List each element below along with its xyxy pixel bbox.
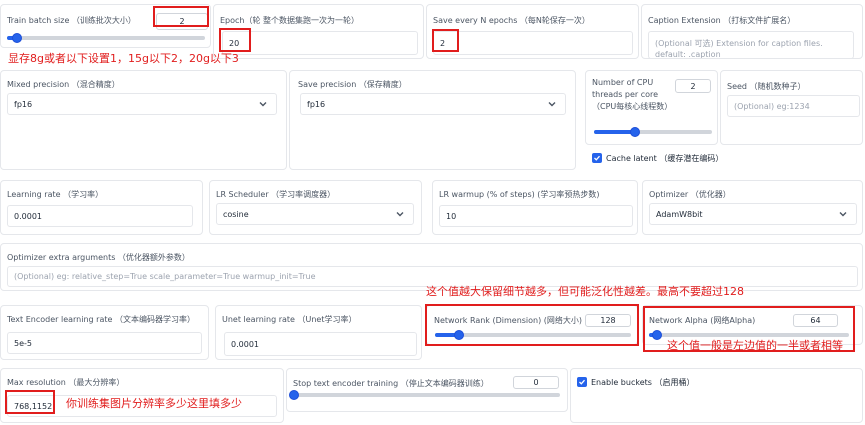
chevron-down-icon xyxy=(548,102,556,107)
chevron-down-icon xyxy=(396,212,404,217)
lr-warmup-panel: LR warmup (% of steps) (学习率预热步数) 10 xyxy=(432,180,638,235)
te-lr-input[interactable]: 5e-5 xyxy=(7,332,202,354)
lr-warmup-label: LR warmup (% of steps) (学习率预热步数) xyxy=(439,190,600,199)
stop-te-input[interactable]: 0 xyxy=(513,376,559,389)
rank-annotation: 这个值越大保留细节越多，但可能泛化性越差。最高不要超过128 xyxy=(426,285,744,298)
cpu-threads-slider[interactable] xyxy=(594,127,712,137)
check-icon xyxy=(594,155,600,161)
mixed-precision-select[interactable]: fp16 xyxy=(7,93,277,115)
caption-ext-panel: Caption Extension （打标文件扩展名） (Optional 可选… xyxy=(641,4,863,59)
caption-ext-label: Caption Extension （打标文件扩展名） xyxy=(648,16,796,25)
network-rank-label: Network Rank (Dimension) (网络大小) xyxy=(434,316,583,325)
cpu-threads-panel: Number of CPU threads per core （CPU每核心线程… xyxy=(585,70,718,145)
cpu-threads-label: Number of CPU threads per core （CPU每核心线程… xyxy=(592,78,673,111)
unet-lr-panel: Unet learning rate （Unet学习率） 0.0001 xyxy=(215,305,422,360)
mixed-precision-panel: Mixed precision （混合精度） fp16 xyxy=(0,70,287,170)
mixed-precision-label: Mixed precision （混合精度） xyxy=(7,80,120,89)
chevron-down-icon xyxy=(839,212,847,217)
save-precision-label: Save precision （保存精度） xyxy=(298,80,407,89)
save-precision-value: fp16 xyxy=(307,99,326,109)
seed-panel: Seed （随机数种子） (Optional) eg:1234 xyxy=(720,70,863,145)
learning-rate-panel: Learning rate （学习率） 0.0001 xyxy=(0,180,203,235)
optimizer-label: Optimizer （优化器） xyxy=(649,190,731,199)
cache-latent-checkbox[interactable] xyxy=(592,153,602,163)
enable-buckets-label: Enable buckets （启用桶） xyxy=(591,378,695,387)
network-rank-panel: Network Rank (Dimension) (网络大小) 128 xyxy=(426,305,638,345)
learning-rate-input[interactable]: 0.0001 xyxy=(7,205,193,227)
cpu-threads-input[interactable]: 2 xyxy=(675,79,711,93)
vram-annotation: 显存8g或者以下设置1，15g以下2，20g以下3 xyxy=(8,52,239,65)
seed-label: Seed （随机数种子） xyxy=(727,82,806,91)
alpha-annotation: 这个值一般是左边值的一半或者相等 xyxy=(667,339,843,352)
te-lr-panel: Text Encoder learning rate （文本编码器学习率） 5e… xyxy=(0,305,209,360)
unet-lr-input[interactable]: 0.0001 xyxy=(224,332,417,356)
te-lr-label: Text Encoder learning rate （文本编码器学习率） xyxy=(7,315,195,324)
caption-ext-input[interactable]: (Optional 可选) Extension for caption file… xyxy=(648,31,854,59)
stop-te-panel: Stop text encoder training （停止文本编码器训练） 0 xyxy=(286,368,568,412)
chevron-down-icon xyxy=(259,102,267,107)
stop-te-slider[interactable] xyxy=(289,390,560,400)
lr-scheduler-panel: LR Scheduler （学习率调度器） cosine xyxy=(209,180,422,235)
save-every-label: Save every N epochs （每N轮保存一次） xyxy=(433,16,590,25)
cache-latent-label: Cache latent （缓存潜在编码） xyxy=(606,154,724,163)
optimizer-panel: Optimizer （优化器） AdamW8bit xyxy=(642,180,863,235)
lr-scheduler-select[interactable]: cosine xyxy=(216,203,414,225)
enable-buckets-checkbox[interactable] xyxy=(577,377,587,387)
network-alpha-label: Network Alpha (网络Alpha) xyxy=(649,316,756,325)
stop-te-label: Stop text encoder training （停止文本编码器训练） xyxy=(293,379,489,388)
max-resolution-label: Max resolution （最大分辨率） xyxy=(7,378,125,387)
seed-placeholder: (Optional) eg:1234 xyxy=(734,101,810,111)
save-precision-select[interactable]: fp16 xyxy=(300,93,566,115)
save-precision-panel: Save precision （保存精度） fp16 xyxy=(289,70,576,170)
lr-scheduler-label: LR Scheduler （学习率调度器） xyxy=(216,190,336,199)
batch-size-panel: Train batch size （训练批次大小） 2 xyxy=(0,4,211,48)
mixed-precision-value: fp16 xyxy=(14,99,33,109)
caption-ext-placeholder: (Optional 可选) Extension for caption file… xyxy=(655,39,823,59)
learning-rate-label: Learning rate （学习率） xyxy=(7,190,104,199)
optimizer-select[interactable]: AdamW8bit xyxy=(649,203,857,225)
unet-lr-label: Unet learning rate （Unet学习率） xyxy=(222,315,357,324)
seed-input[interactable]: (Optional) eg:1234 xyxy=(727,95,860,117)
epoch-input[interactable]: 20 xyxy=(222,31,418,55)
lr-scheduler-value: cosine xyxy=(223,209,249,219)
epoch-label: Epoch（轮 整个数据集跑一次为一轮） xyxy=(220,16,360,25)
save-every-panel: Save every N epochs （每N轮保存一次） 2 xyxy=(426,4,639,59)
check-icon xyxy=(579,379,585,385)
save-every-input[interactable]: 2 xyxy=(433,31,633,55)
network-rank-input[interactable]: 128 xyxy=(585,314,631,327)
optimizer-extra-args-placeholder: (Optional) eg: relative_step=True scale_… xyxy=(14,272,316,281)
network-rank-slider[interactable] xyxy=(435,330,631,340)
batch-size-label: Train batch size （训练批次大小） xyxy=(7,16,136,25)
network-alpha-input[interactable]: 64 xyxy=(793,314,838,327)
batch-size-input[interactable]: 2 xyxy=(156,13,208,30)
epoch-panel: Epoch（轮 整个数据集跑一次为一轮） 20 xyxy=(213,4,424,59)
enable-buckets-panel: Enable buckets （启用桶） xyxy=(570,368,863,423)
lr-warmup-input[interactable]: 10 xyxy=(439,205,633,227)
optimizer-extra-args-label: Optimizer extra arguments （优化器额外参数） xyxy=(7,253,190,262)
optimizer-value: AdamW8bit xyxy=(656,209,703,219)
batch-size-slider[interactable] xyxy=(7,33,205,43)
resolution-annotation: 你训练集图片分辨率多少这里填多少 xyxy=(66,397,242,410)
